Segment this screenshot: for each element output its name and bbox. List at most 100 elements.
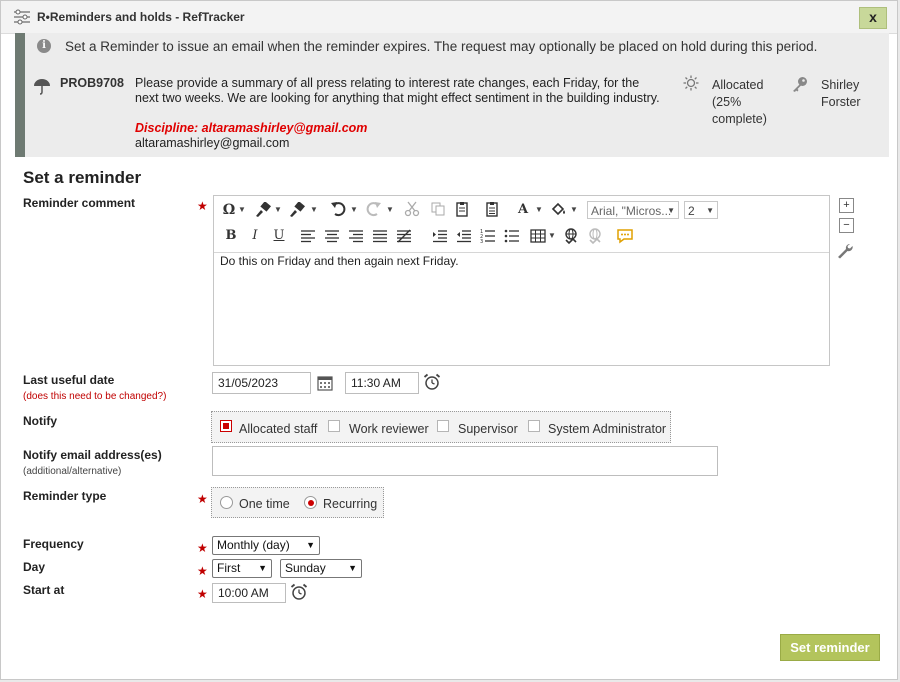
notify-work-reviewer-label: Work reviewer [349, 422, 429, 436]
align-center-icon[interactable] [324, 229, 340, 243]
recurring-label: Recurring [323, 497, 378, 511]
chevron-down-icon[interactable]: ▼ [274, 200, 282, 220]
calendar-icon[interactable] [316, 374, 334, 392]
reminder-comment-text[interactable]: Do this on Friday and then again next Fr… [220, 254, 459, 268]
umbrella-icon [34, 79, 50, 95]
set-reminder-button[interactable]: Set reminder [780, 634, 880, 661]
chevron-down-icon[interactable]: ▼ [310, 200, 318, 220]
align-left-icon[interactable] [300, 229, 316, 243]
scissors-icon[interactable] [404, 201, 420, 217]
key-icon [793, 77, 807, 92]
redo-icon[interactable] [364, 201, 382, 217]
special-character-icon[interactable]: Ω [220, 200, 238, 220]
notify-system-administrator-checkbox[interactable] [528, 420, 540, 432]
undo-icon[interactable] [330, 201, 348, 217]
collapse-editor-button[interactable]: − [839, 218, 854, 233]
paintbrush-icon[interactable] [254, 202, 272, 218]
notify-label: Notify [23, 414, 57, 428]
table-icon[interactable] [530, 228, 546, 244]
day-ordinal-value: First [217, 561, 241, 575]
one-time-label: One time [239, 497, 290, 511]
reminder-comment-label: Reminder comment [23, 196, 136, 210]
numbered-list-icon[interactable]: 123 [480, 228, 496, 244]
one-time-radio[interactable] [220, 496, 233, 509]
link-icon[interactable] [562, 227, 580, 245]
notify-allocated-staff-label: Allocated staff [239, 422, 318, 436]
discipline-text: Discipline: altaramashirley@gmail.com [135, 121, 368, 135]
frequency-value: Monthly (day) [217, 538, 290, 552]
align-right-icon[interactable] [348, 229, 364, 243]
start-at-label: Start at [23, 583, 65, 597]
request-status: Allocated (25% complete) [712, 78, 767, 126]
font-color-icon[interactable]: A [516, 200, 530, 220]
chevron-down-icon: ▼ [706, 206, 714, 215]
recurring-radio[interactable] [304, 496, 317, 509]
request-summary-banner: i Set a Reminder to issue an email when … [15, 33, 889, 157]
banner-accent-bar [15, 33, 25, 157]
notify-system-administrator-label: System Administrator [548, 422, 667, 436]
day-weekday-select[interactable]: Sunday ▼ [280, 559, 362, 578]
reminder-type-label: Reminder type [23, 489, 107, 503]
editor-toolbar: Ω ▼ ▼ ▼ ▼ ▼ A ▼ ▼ Arial, "Micros... ▼ 2 … [214, 196, 829, 253]
comment-icon[interactable] [616, 227, 634, 245]
day-ordinal-select[interactable]: First ▼ [212, 559, 272, 578]
problem-id[interactable]: PROB9708 [60, 76, 124, 90]
notify-work-reviewer-checkbox[interactable] [328, 420, 340, 432]
section-title: Set a reminder [23, 168, 142, 187]
paste-text-icon[interactable] [484, 201, 500, 217]
brush-icon[interactable] [288, 202, 306, 218]
last-useful-time-input[interactable]: 11:30 AM [345, 372, 419, 394]
clear-formatting-icon[interactable] [396, 229, 412, 243]
info-text: Set a Reminder to issue an email when th… [65, 39, 818, 54]
svg-text:3: 3 [480, 239, 483, 244]
font-family-value: Arial, "Micros... [591, 204, 672, 218]
day-label: Day [23, 560, 46, 574]
chevron-down-icon[interactable]: ▼ [238, 200, 246, 220]
copy-icon[interactable] [430, 201, 446, 217]
close-button[interactable]: x [859, 7, 887, 29]
italic-icon[interactable]: I [248, 226, 262, 246]
highlight-icon[interactable] [550, 201, 568, 217]
chevron-down-icon[interactable]: ▼ [350, 200, 358, 220]
required-marker: ★ [197, 541, 208, 555]
chevron-down-icon: ▼ [258, 563, 267, 573]
sun-icon [683, 75, 699, 91]
indent-icon[interactable] [432, 229, 448, 243]
notify-email-input[interactable] [212, 446, 718, 476]
font-family-select[interactable]: Arial, "Micros... ▼ [587, 201, 679, 219]
notify-supervisor-checkbox[interactable] [437, 420, 449, 432]
chevron-down-icon[interactable]: ▼ [535, 200, 543, 220]
notify-email-hint: (additional/alternative) [23, 466, 122, 477]
last-useful-date-input[interactable]: 31/05/2023 [212, 372, 311, 394]
alarm-clock-icon[interactable] [290, 583, 308, 601]
wrench-icon[interactable] [837, 243, 853, 259]
reminder-dialog: R•Reminders and holds - RefTracker x i S… [0, 0, 898, 680]
font-size-value: 2 [688, 204, 695, 218]
chevron-down-icon[interactable]: ▼ [570, 200, 578, 220]
required-marker: ★ [197, 564, 208, 578]
requester-email: altaramashirley@gmail.com [135, 136, 290, 150]
notify-allocated-staff-checkbox[interactable] [220, 420, 232, 432]
notify-email-label: Notify email address(es) [23, 448, 162, 462]
paste-icon[interactable] [454, 201, 470, 217]
rich-text-editor[interactable]: Ω ▼ ▼ ▼ ▼ ▼ A ▼ ▼ Arial, "Micros... ▼ 2 … [213, 195, 830, 366]
chevron-down-icon[interactable]: ▼ [548, 226, 556, 246]
expand-editor-button[interactable]: + [839, 198, 854, 213]
frequency-label: Frequency [23, 537, 84, 551]
alarm-clock-icon[interactable] [423, 373, 441, 391]
last-useful-date-label: Last useful date [23, 373, 115, 387]
font-size-select[interactable]: 2 ▼ [684, 201, 718, 219]
bullet-list-icon[interactable] [504, 228, 520, 244]
align-justify-icon[interactable] [372, 229, 388, 243]
start-at-time-input[interactable]: 10:00 AM [212, 583, 286, 603]
frequency-select[interactable]: Monthly (day) ▼ [212, 536, 320, 555]
day-weekday-value: Sunday [285, 561, 326, 575]
assignee-name: Shirley Forster [821, 78, 861, 109]
chevron-down-icon[interactable]: ▼ [386, 200, 394, 220]
unlink-icon[interactable] [586, 227, 604, 245]
underline-icon[interactable]: U [272, 226, 286, 246]
required-marker: ★ [197, 492, 208, 506]
window-title: R•Reminders and holds - RefTracker [37, 10, 245, 24]
outdent-icon[interactable] [456, 229, 472, 243]
bold-icon[interactable]: B [224, 226, 238, 246]
